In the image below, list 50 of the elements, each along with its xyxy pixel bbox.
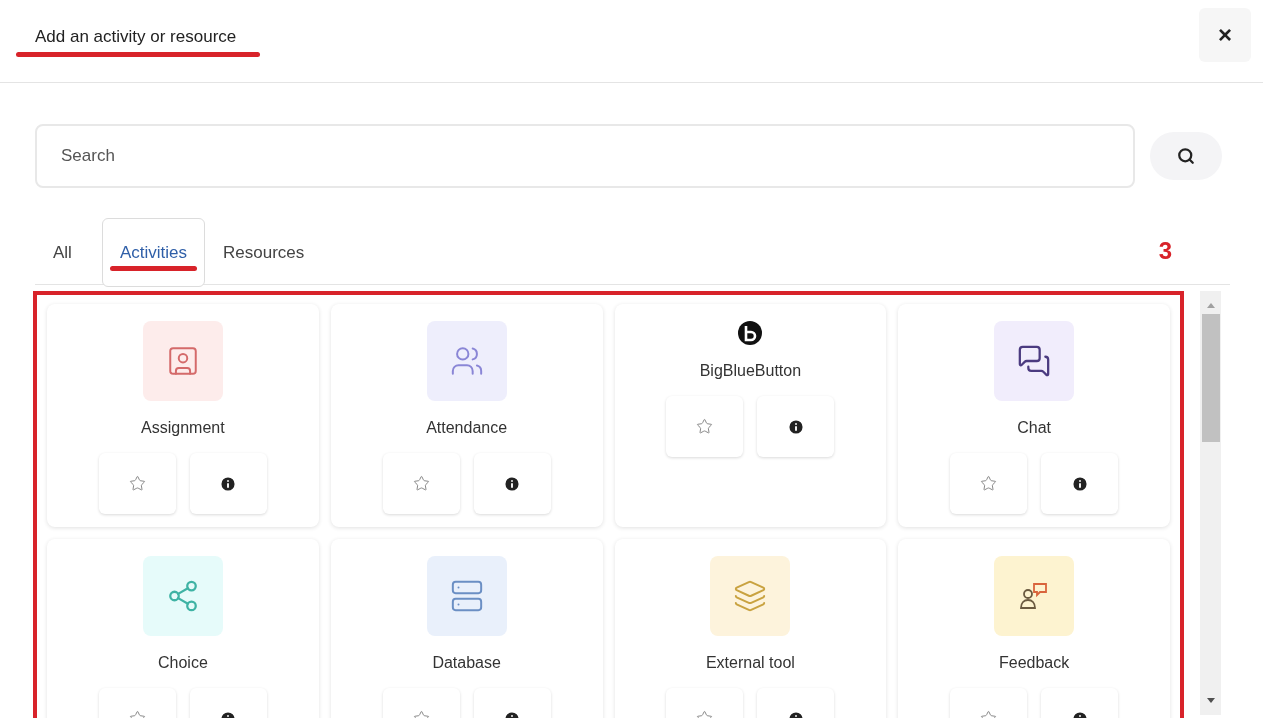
activity-card[interactable]: Feedback: [898, 539, 1170, 718]
tab[interactable]: Resources: [205, 218, 323, 287]
info-button[interactable]: [473, 453, 551, 514]
activity-icon: [449, 344, 484, 378]
activity-icon: [449, 579, 484, 613]
tab[interactable]: Activities: [101, 218, 205, 287]
close-button[interactable]: ×: [1199, 8, 1251, 62]
info-button[interactable]: [757, 396, 835, 457]
info-icon: [503, 474, 522, 493]
search-icon: [1177, 147, 1195, 165]
search-button[interactable]: [1150, 132, 1222, 180]
dialog-title: Add an activity or resource: [35, 27, 237, 46]
activity-name: BigBlueButton: [699, 361, 802, 381]
annotation-label: 3: [1158, 236, 1172, 266]
activity-name: Database: [432, 653, 501, 673]
scroll-down-icon[interactable]: [1206, 698, 1215, 703]
activity-card[interactable]: External tool: [614, 539, 887, 718]
activity-name: Feedback: [999, 653, 1070, 673]
search-field[interactable]: Search: [35, 124, 1135, 188]
info-icon: [219, 474, 238, 493]
star-button[interactable]: [98, 453, 176, 514]
scroll-up-icon[interactable]: [1206, 303, 1215, 308]
scrollbar-thumb[interactable]: [1201, 314, 1220, 442]
info-button[interactable]: [189, 453, 267, 514]
activity-card[interactable]: Attendance: [330, 304, 603, 527]
logo-icon: [737, 320, 764, 346]
activity-name: Attendance: [426, 418, 508, 438]
activity-name: Assignment: [141, 418, 225, 438]
star-icon: [412, 475, 430, 492]
star-icon: [128, 475, 146, 492]
activity-name: External tool: [705, 653, 795, 673]
star-icon: [696, 418, 714, 435]
activity-icon: [1017, 344, 1052, 378]
info-icon: [1070, 474, 1089, 493]
info-button[interactable]: [1041, 453, 1119, 514]
star-button[interactable]: [950, 453, 1028, 514]
star-button[interactable]: [666, 396, 744, 457]
info-icon: [786, 417, 805, 436]
activity-card[interactable]: Assignment: [47, 304, 319, 527]
activity-name: Chat: [1017, 418, 1051, 438]
scrollbar[interactable]: [1200, 291, 1221, 715]
star-icon: [980, 475, 998, 492]
activity-name: Choice: [157, 653, 208, 673]
activity-icon: [733, 579, 768, 613]
tab[interactable]: All: [35, 218, 90, 287]
activity-card[interactable]: Database: [330, 539, 603, 718]
activity-card[interactable]: Choice: [47, 539, 319, 718]
activity-card[interactable]: BigBlueButton: [614, 304, 887, 527]
activity-card[interactable]: Chat: [898, 304, 1170, 527]
star-button[interactable]: [382, 453, 460, 514]
